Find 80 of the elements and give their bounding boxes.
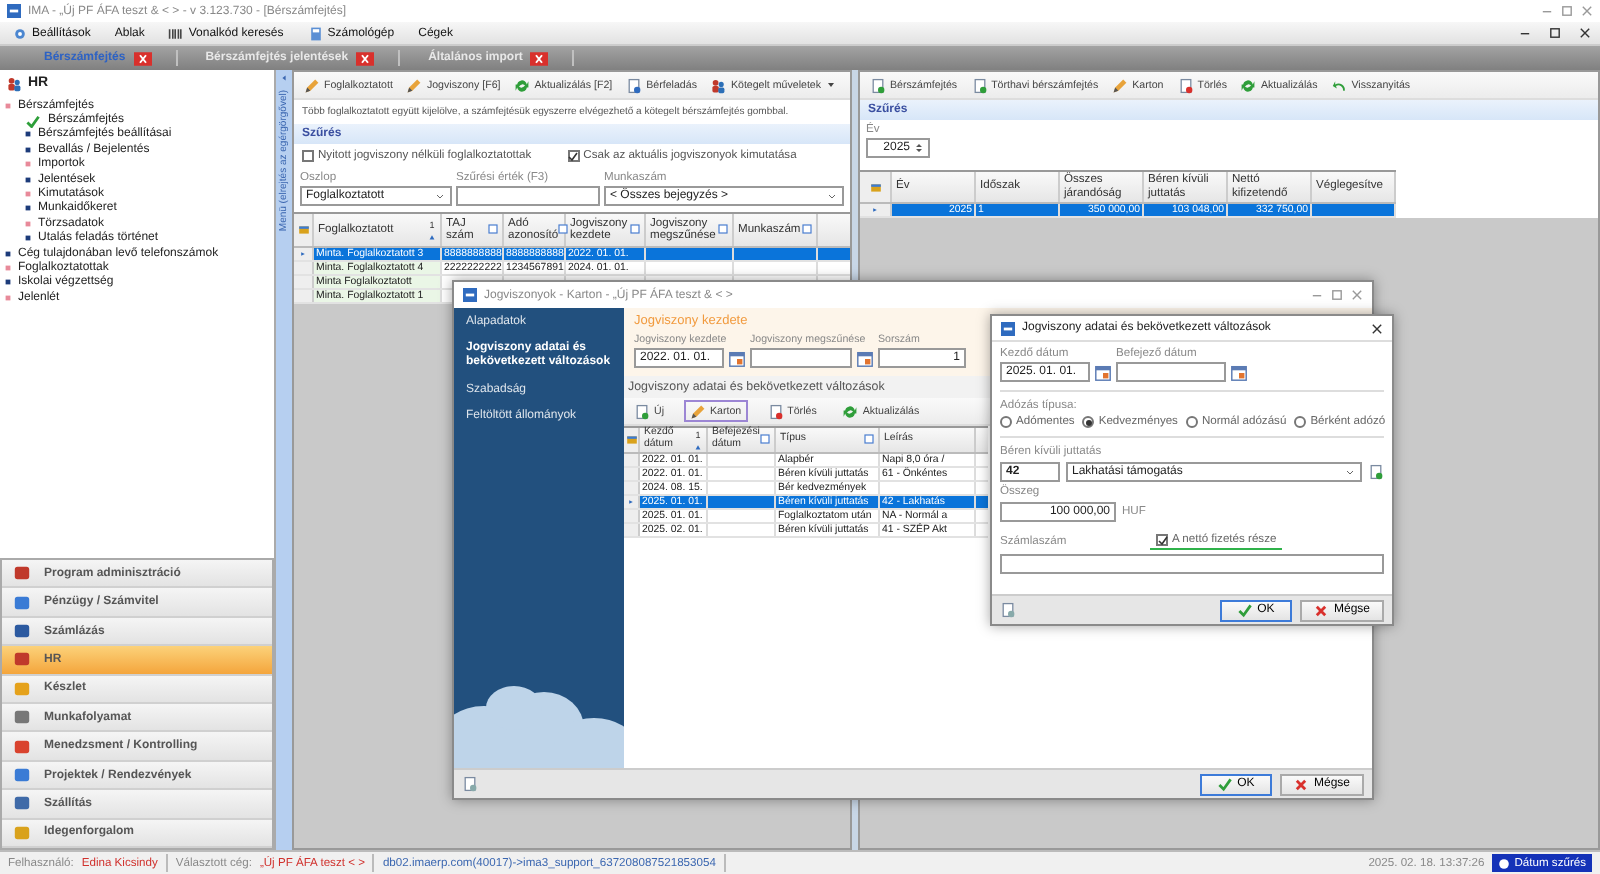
document-icon <box>767 403 784 419</box>
pencil-icon <box>1112 77 1129 93</box>
filter-icon <box>718 223 728 233</box>
refresh-icon <box>1240 77 1257 93</box>
square-bullet-icon <box>24 175 32 184</box>
square-bullet-icon <box>4 293 12 302</box>
checkbox[interactable] <box>1156 534 1168 546</box>
close-icon <box>133 51 152 65</box>
app-logo-icon <box>1000 321 1016 335</box>
calendar-icon <box>1230 363 1248 381</box>
square-bullet-icon <box>24 219 32 228</box>
table-settings-icon <box>297 224 309 236</box>
square-bullet-icon <box>24 160 32 169</box>
square-bullet-icon <box>24 130 32 139</box>
checkbox[interactable] <box>302 150 314 162</box>
square-bullet-icon <box>24 190 32 199</box>
close-icon <box>1370 321 1384 335</box>
row-pointer-icon <box>300 250 306 258</box>
table-settings-icon <box>869 181 881 193</box>
close-icon <box>530 51 549 65</box>
add-document-icon <box>1368 464 1384 480</box>
calendar-icon <box>1094 363 1112 381</box>
calendar-icon <box>728 349 746 367</box>
square-bullet-icon <box>4 278 12 287</box>
date-field[interactable] <box>1116 362 1226 382</box>
filter-icon <box>802 223 812 233</box>
document-icon <box>462 776 478 792</box>
radio-button[interactable] <box>1294 416 1307 428</box>
cross-icon <box>1293 777 1308 791</box>
square-bullet-icon <box>4 101 12 110</box>
check-icon <box>1217 777 1232 791</box>
spinner-arrows-icon <box>914 140 924 156</box>
square-bullet-icon <box>24 234 32 243</box>
refresh-icon <box>514 77 531 93</box>
radio-button[interactable] <box>1185 416 1198 428</box>
document-icon <box>1177 77 1194 93</box>
pencil-icon <box>304 77 320 93</box>
square-bullet-icon <box>4 249 12 258</box>
input-field[interactable] <box>1000 554 1384 574</box>
row-pointer-icon <box>872 206 878 214</box>
radio-button[interactable] <box>1082 416 1095 428</box>
filter-icon <box>630 223 640 233</box>
gear-icon <box>12 25 28 41</box>
sort-arrow-icon <box>694 444 702 450</box>
pencil-icon <box>406 77 423 93</box>
close-icon <box>1578 26 1592 40</box>
undo-arrow-icon <box>1331 77 1348 93</box>
date-field[interactable] <box>750 348 852 368</box>
filter-icon <box>864 433 874 443</box>
filter-icon <box>760 433 770 443</box>
app-logo-icon <box>462 288 478 302</box>
document-icon <box>634 403 650 419</box>
calendar-icon <box>856 349 874 367</box>
check-icon <box>568 151 579 161</box>
document-icon <box>971 77 988 93</box>
close-icon <box>356 51 375 65</box>
table-settings-icon <box>625 434 637 446</box>
close-icon <box>1580 4 1594 18</box>
maximize-icon <box>1330 288 1344 302</box>
radio-button[interactable] <box>1000 416 1012 428</box>
close-icon <box>1350 288 1364 302</box>
barcode-icon <box>168 25 185 41</box>
square-bullet-icon <box>4 263 12 272</box>
row-pointer-icon <box>628 498 634 506</box>
document-icon <box>1000 602 1016 618</box>
filter-icon <box>488 223 498 233</box>
sort-arrow-icon <box>428 234 436 240</box>
check-icon <box>1157 535 1167 545</box>
cross-icon <box>1313 603 1328 617</box>
checkbox[interactable] <box>567 150 580 162</box>
square-bullet-icon <box>24 145 32 154</box>
input-field[interactable] <box>456 186 600 206</box>
caret-icon <box>825 80 836 90</box>
document-icon <box>626 77 643 93</box>
document-icon <box>870 77 886 93</box>
square-bullet-icon <box>24 204 32 213</box>
refresh-icon <box>842 403 859 419</box>
check-icon <box>1237 603 1252 617</box>
filter-icon <box>558 223 569 233</box>
pencil-icon <box>690 403 707 419</box>
